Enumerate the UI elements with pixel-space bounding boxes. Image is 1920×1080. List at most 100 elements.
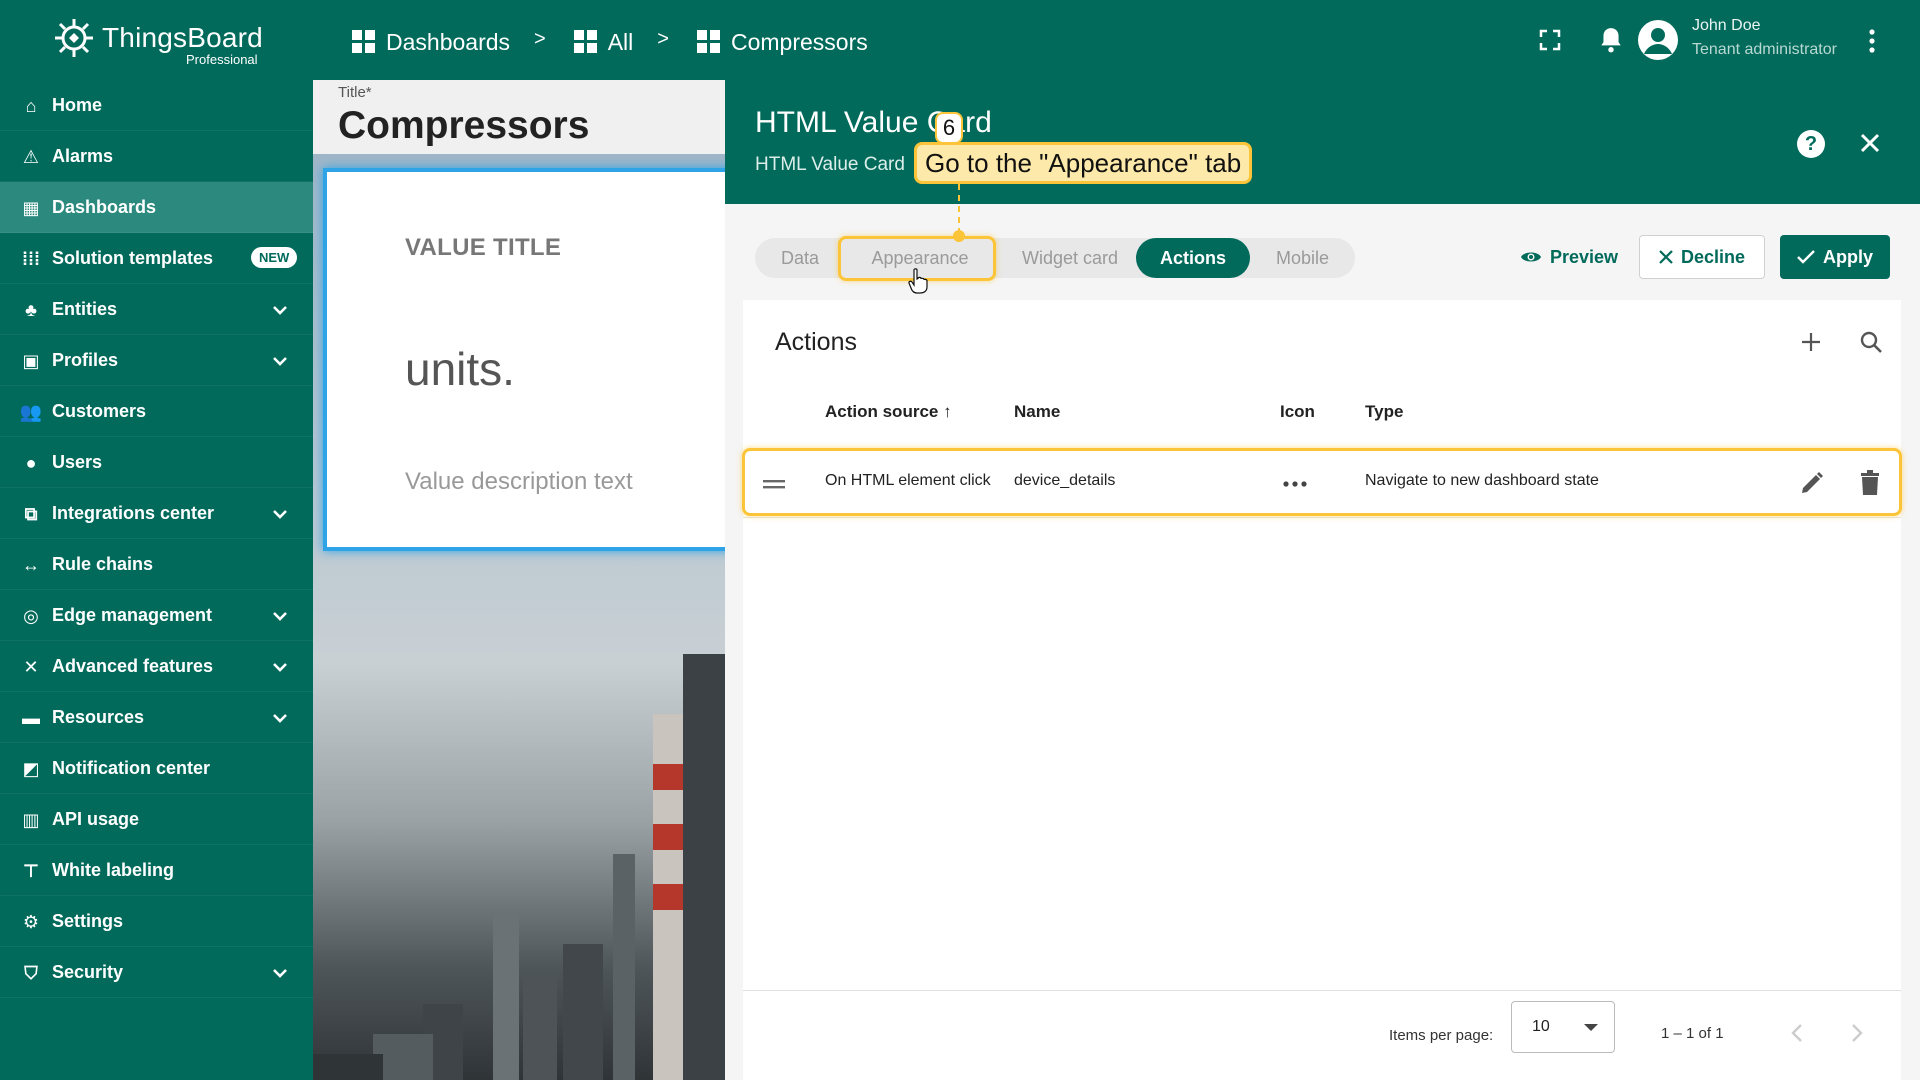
tutorial-pointer-line [958, 184, 960, 234]
chevron-right-icon[interactable] [1847, 1021, 1867, 1045]
html-value-card-widget[interactable]: VALUE TITLE units. Value description tex… [323, 168, 725, 551]
page-range-label: 1 – 1 of 1 [1661, 1025, 1724, 1042]
sidebar-item-entities[interactable]: ♣ Entities [0, 284, 313, 335]
user-avatar-icon [1644, 28, 1672, 54]
rule-chains-icon: ↔ [22, 555, 40, 575]
preview-button[interactable]: Preview [1520, 235, 1650, 279]
tab-data[interactable]: Data [755, 238, 845, 278]
dashboard-title-bar: Title* Compressors [313, 80, 725, 154]
sidebar-item-advanced-features[interactable]: ✕ Advanced features [0, 641, 313, 692]
tab-actions[interactable]: Actions [1136, 238, 1250, 278]
sidebar-item-label: Security [52, 962, 124, 982]
edge-icon: ◎ [23, 606, 39, 626]
sidebar-item-label: Home [52, 95, 103, 115]
fullscreen-icon[interactable] [1538, 28, 1562, 52]
chevron-left-icon[interactable] [1787, 1021, 1807, 1045]
sidebar-item-api-usage[interactable]: ▥ API usage [0, 794, 313, 845]
dashboard-grid-icon [696, 30, 721, 54]
sidebar-item-label: Edge management [52, 605, 213, 625]
column-header-icon[interactable]: Icon [1280, 402, 1315, 422]
apps-grid-icon: ⁞⁞⁞ [22, 249, 40, 269]
chevron-down-icon [273, 612, 287, 621]
tutorial-pointer-dot [953, 230, 965, 242]
value-units: units. [405, 343, 515, 395]
user-circle-icon: ● [25, 453, 37, 473]
apply-button[interactable]: Apply [1780, 235, 1890, 279]
column-header-action-source[interactable]: Action source ↑ [825, 402, 952, 422]
decline-button[interactable]: Decline [1639, 235, 1765, 279]
new-badge: NEW [251, 247, 298, 268]
preview-label: Preview [1550, 246, 1619, 267]
search-icon[interactable] [1859, 330, 1883, 354]
column-header-name[interactable]: Name [1014, 402, 1060, 422]
table-paginator: Items per page: 10 1 – 1 of 1 [743, 990, 1901, 1080]
breadcrumb-dashboards[interactable]: Dashboards [352, 29, 510, 56]
sidebar-item-white-labeling[interactable]: ⊤ White labeling [0, 845, 313, 896]
brand-edition: Professional [186, 52, 258, 67]
notification-icon: ◩ [22, 759, 40, 779]
breadcrumb-separator: > [534, 27, 546, 50]
sidebar-item-integrations-center[interactable]: ⧉ Integrations center [0, 488, 313, 539]
items-per-page-label: Items per page: [1389, 1027, 1494, 1044]
tab-widget-card[interactable]: Widget card [995, 238, 1145, 278]
more-vert-icon[interactable] [1868, 28, 1876, 54]
sidebar-item-edge-management[interactable]: ◎ Edge management [0, 590, 313, 641]
chart-icon: ▥ [22, 810, 40, 830]
paint-roller-icon: ⊤ [22, 861, 40, 881]
breadcrumb-compressors: Compressors [696, 28, 868, 56]
breadcrumb-label: Compressors [730, 28, 868, 55]
actions-table-card: Actions Action source ↑ Name Icon Type O… [743, 300, 1901, 1080]
items-per-page-value: 10 [1532, 1018, 1550, 1035]
dashboard-title-label: Title* [338, 84, 372, 101]
items-per-page-select[interactable]: 10 [1511, 1001, 1615, 1053]
gear-icon: ⚙ [22, 912, 40, 932]
sidebar-item-notification-center[interactable]: ◩ Notification center [0, 743, 313, 794]
sidebar-item-dashboards[interactable]: ▦ Dashboards [0, 182, 313, 233]
sidebar-item-label: API usage [52, 809, 140, 829]
sidebar-item-home[interactable]: ⌂ Home [0, 80, 313, 131]
close-icon [1659, 250, 1673, 264]
alarm-warning-icon: ⚠ [22, 147, 40, 167]
eye-icon [1521, 252, 1541, 262]
panel-header: HTML Value Card HTML Value Card ? [725, 80, 1920, 204]
dropdown-arrow-icon [1584, 1024, 1598, 1031]
help-icon[interactable]: ? [1797, 130, 1825, 158]
sidebar-item-label: White labeling [52, 860, 175, 880]
sidebar-item-customers[interactable]: 👥 Customers [0, 386, 313, 437]
sidebar-item-solution-templates[interactable]: ⁞⁞⁞ Solution templates NEW [0, 233, 313, 284]
add-icon[interactable] [1799, 330, 1823, 354]
panel-subtitle: HTML Value Card [755, 154, 905, 175]
breadcrumb-all[interactable]: All [573, 28, 634, 56]
avatar[interactable] [1638, 20, 1678, 60]
sidebar-item-label: Solution templates [52, 248, 214, 268]
dashboard-title[interactable]: Compressors [338, 104, 589, 148]
breadcrumb-label: All [607, 28, 634, 55]
sidebar-item-label: Resources [52, 707, 145, 727]
thingsboard-logo[interactable]: ThingsBoard Professional [52, 14, 272, 68]
integrations-icon: ⧉ [24, 504, 38, 524]
brand-name: ThingsBoard [102, 22, 263, 53]
tab-mobile[interactable]: Mobile [1250, 238, 1355, 278]
sidebar-item-users[interactable]: ● Users [0, 437, 313, 488]
column-header-type[interactable]: Type [1365, 402, 1403, 422]
sidebar-item-settings[interactable]: ⚙ Settings [0, 896, 313, 947]
close-icon[interactable] [1857, 130, 1883, 156]
sidebar-item-alarms[interactable]: ⚠ Alarms [0, 131, 313, 182]
sidebar-item-profiles[interactable]: ▣ Profiles [0, 335, 313, 386]
logo-mark-icon [55, 19, 93, 57]
home-icon: ⌂ [25, 96, 37, 116]
sidebar-item-resources[interactable]: ▬ Resources [0, 692, 313, 743]
dashboard-grid-icon: ▦ [22, 198, 40, 218]
hand-pointer-cursor-icon [908, 268, 928, 294]
user-name: John Doe [1692, 17, 1761, 34]
profiles-icon: ▣ [22, 351, 40, 371]
notification-bell-icon[interactable] [1598, 26, 1624, 54]
sidebar-item-label: Advanced features [52, 656, 214, 676]
dashboard-canvas: Title* Compressors VALUE TITLE units. Va… [313, 80, 725, 1080]
sidebar-item-security[interactable]: ⛉ Security [0, 947, 313, 998]
sidebar-item-rule-chains[interactable]: ↔ Rule chains [0, 539, 313, 590]
sidebar-item-label: Customers [52, 401, 147, 421]
sidebar-item-label: Settings [52, 911, 124, 931]
top-bar: ThingsBoard Professional Dashboards > Al… [0, 0, 1920, 80]
dashboard-grid-icon [352, 30, 376, 54]
